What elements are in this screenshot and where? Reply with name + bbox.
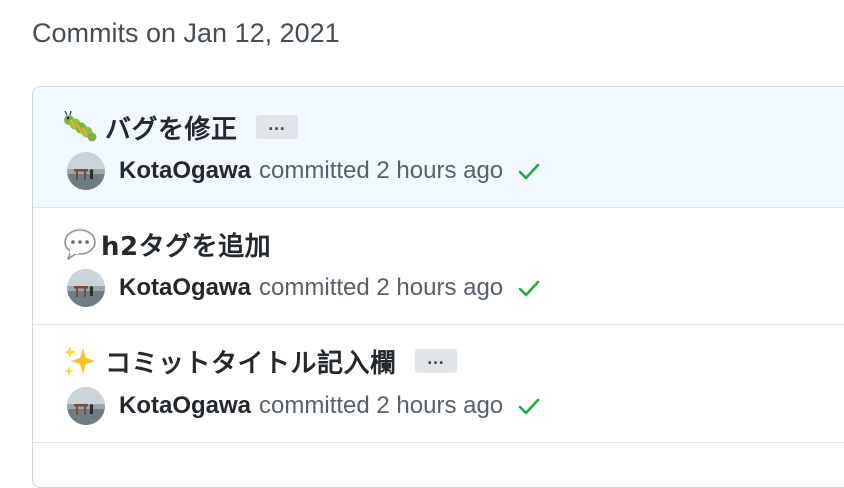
commit-title-link[interactable]: コミットタイトル記入欄 — [105, 343, 397, 380]
avatar[interactable] — [67, 387, 105, 425]
commit-meta: KotaOgawa committed 2 hours ago — [67, 151, 541, 191]
commit-row[interactable]: h2タグを追加 KotaOgawa committed 2 hours ago — [33, 208, 844, 325]
commit-author-link[interactable]: KotaOgawa — [119, 392, 251, 420]
commit-title-link[interactable]: h2タグを追加 — [101, 226, 271, 263]
commit-timestamp: committed 2 hours ago — [259, 157, 504, 184]
check-icon[interactable] — [517, 159, 541, 183]
avatar[interactable] — [67, 152, 105, 190]
commit-meta: KotaOgawa committed 2 hours ago — [67, 386, 541, 426]
commit-row[interactable]: コミットタイトル記入欄 … KotaOgawa committed 2 hour… — [33, 325, 844, 443]
commit-timestamp: committed 2 hours ago — [259, 392, 504, 419]
commit-title-link[interactable]: バグを修正 — [105, 109, 238, 146]
commit-timestamp: committed 2 hours ago — [259, 274, 504, 301]
commit-meta: KotaOgawa committed 2 hours ago — [67, 268, 541, 308]
expand-message-button[interactable]: … — [255, 115, 298, 139]
commit-row[interactable]: バグを修正 … KotaOgawa committed 2 hours ago — [33, 87, 844, 208]
commit-list: バグを修正 … KotaOgawa committed 2 hours ago — [32, 86, 844, 488]
caterpillar-icon — [63, 110, 97, 144]
sparkles-icon — [63, 344, 97, 378]
check-icon[interactable] — [517, 394, 541, 418]
avatar[interactable] — [67, 269, 105, 307]
check-icon[interactable] — [517, 276, 541, 300]
commit-title-row: バグを修正 … — [63, 107, 298, 147]
commit-title-row: コミットタイトル記入欄 … — [63, 341, 457, 381]
commit-author-link[interactable]: KotaOgawa — [119, 157, 251, 185]
commit-group-date-heading: Commits on Jan 12, 2021 — [32, 18, 340, 48]
expand-message-button[interactable]: … — [414, 349, 457, 373]
commit-author-link[interactable]: KotaOgawa — [119, 274, 251, 302]
speech-balloon-icon — [63, 227, 97, 261]
commit-title-row: h2タグを追加 — [63, 224, 271, 264]
